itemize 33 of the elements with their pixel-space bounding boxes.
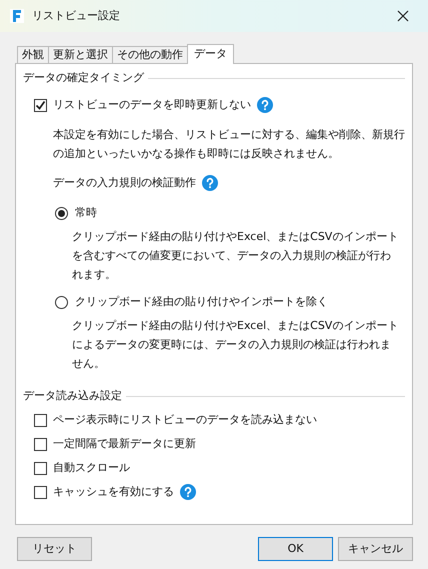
option-heading: データの入力規則の検証動作	[53, 174, 196, 191]
section-title: データ読み込み設定	[23, 388, 122, 404]
checkbox-label[interactable]: 一定間隔で最新データに更新	[53, 436, 196, 452]
help-icon[interactable]	[180, 484, 196, 500]
checkmark-icon	[35, 100, 46, 110]
checkbox-label[interactable]: 自動スクロール	[53, 460, 130, 476]
checkbox[interactable]	[34, 414, 47, 426]
checkbox[interactable]	[34, 438, 47, 450]
checkbox-label[interactable]: キャッシュを有効にする	[53, 484, 174, 500]
tab[interactable]: 外観	[17, 46, 49, 63]
checkbox[interactable]	[34, 486, 47, 498]
close-icon	[397, 10, 409, 22]
window-title: リストビュー設定	[32, 8, 120, 24]
help-icon[interactable]	[257, 97, 273, 113]
description-text: クリップボード経由の貼り付けやExcel、またはCSVのインポートによるデータの変更時には、データの入力規則の検証は行われません。	[72, 318, 400, 372]
reset-button[interactable]: リセット	[17, 537, 92, 561]
checkbox[interactable]	[34, 98, 47, 112]
app-logo-icon	[10, 9, 24, 23]
radio-label[interactable]: 常時	[75, 204, 97, 222]
dialog-button[interactable]: キャンセル	[338, 537, 413, 561]
dialog-button[interactable]: OK	[258, 537, 333, 561]
section-title: データの確定タイミング	[23, 70, 144, 86]
tab[interactable]: その他の動作	[112, 46, 188, 63]
tab[interactable]: データ	[187, 44, 234, 64]
checkbox-label[interactable]: ページ表示時にリストビューのデータを読み込まない	[53, 412, 317, 428]
radio-button[interactable]	[55, 296, 68, 308]
description-text: クリップボード経由の貼り付けやExcel、またはCSVのインポートを含むすべての値変更において、データの入力規則の検証が行われます。	[72, 229, 400, 283]
radio-label[interactable]: クリップボード経由の貼り付けやインポートを除く	[75, 294, 328, 310]
description-text: 本設定を有効にした場合、リストビューに対する、編集や削除、新規行の追加といったいかなる操作も即時には反映されません。	[53, 127, 405, 162]
radio-button[interactable]	[55, 206, 68, 220]
checkbox-label[interactable]: リストビューのデータを即時更新しない	[53, 96, 251, 114]
help-icon[interactable]	[202, 175, 218, 191]
checkbox[interactable]	[34, 462, 47, 474]
